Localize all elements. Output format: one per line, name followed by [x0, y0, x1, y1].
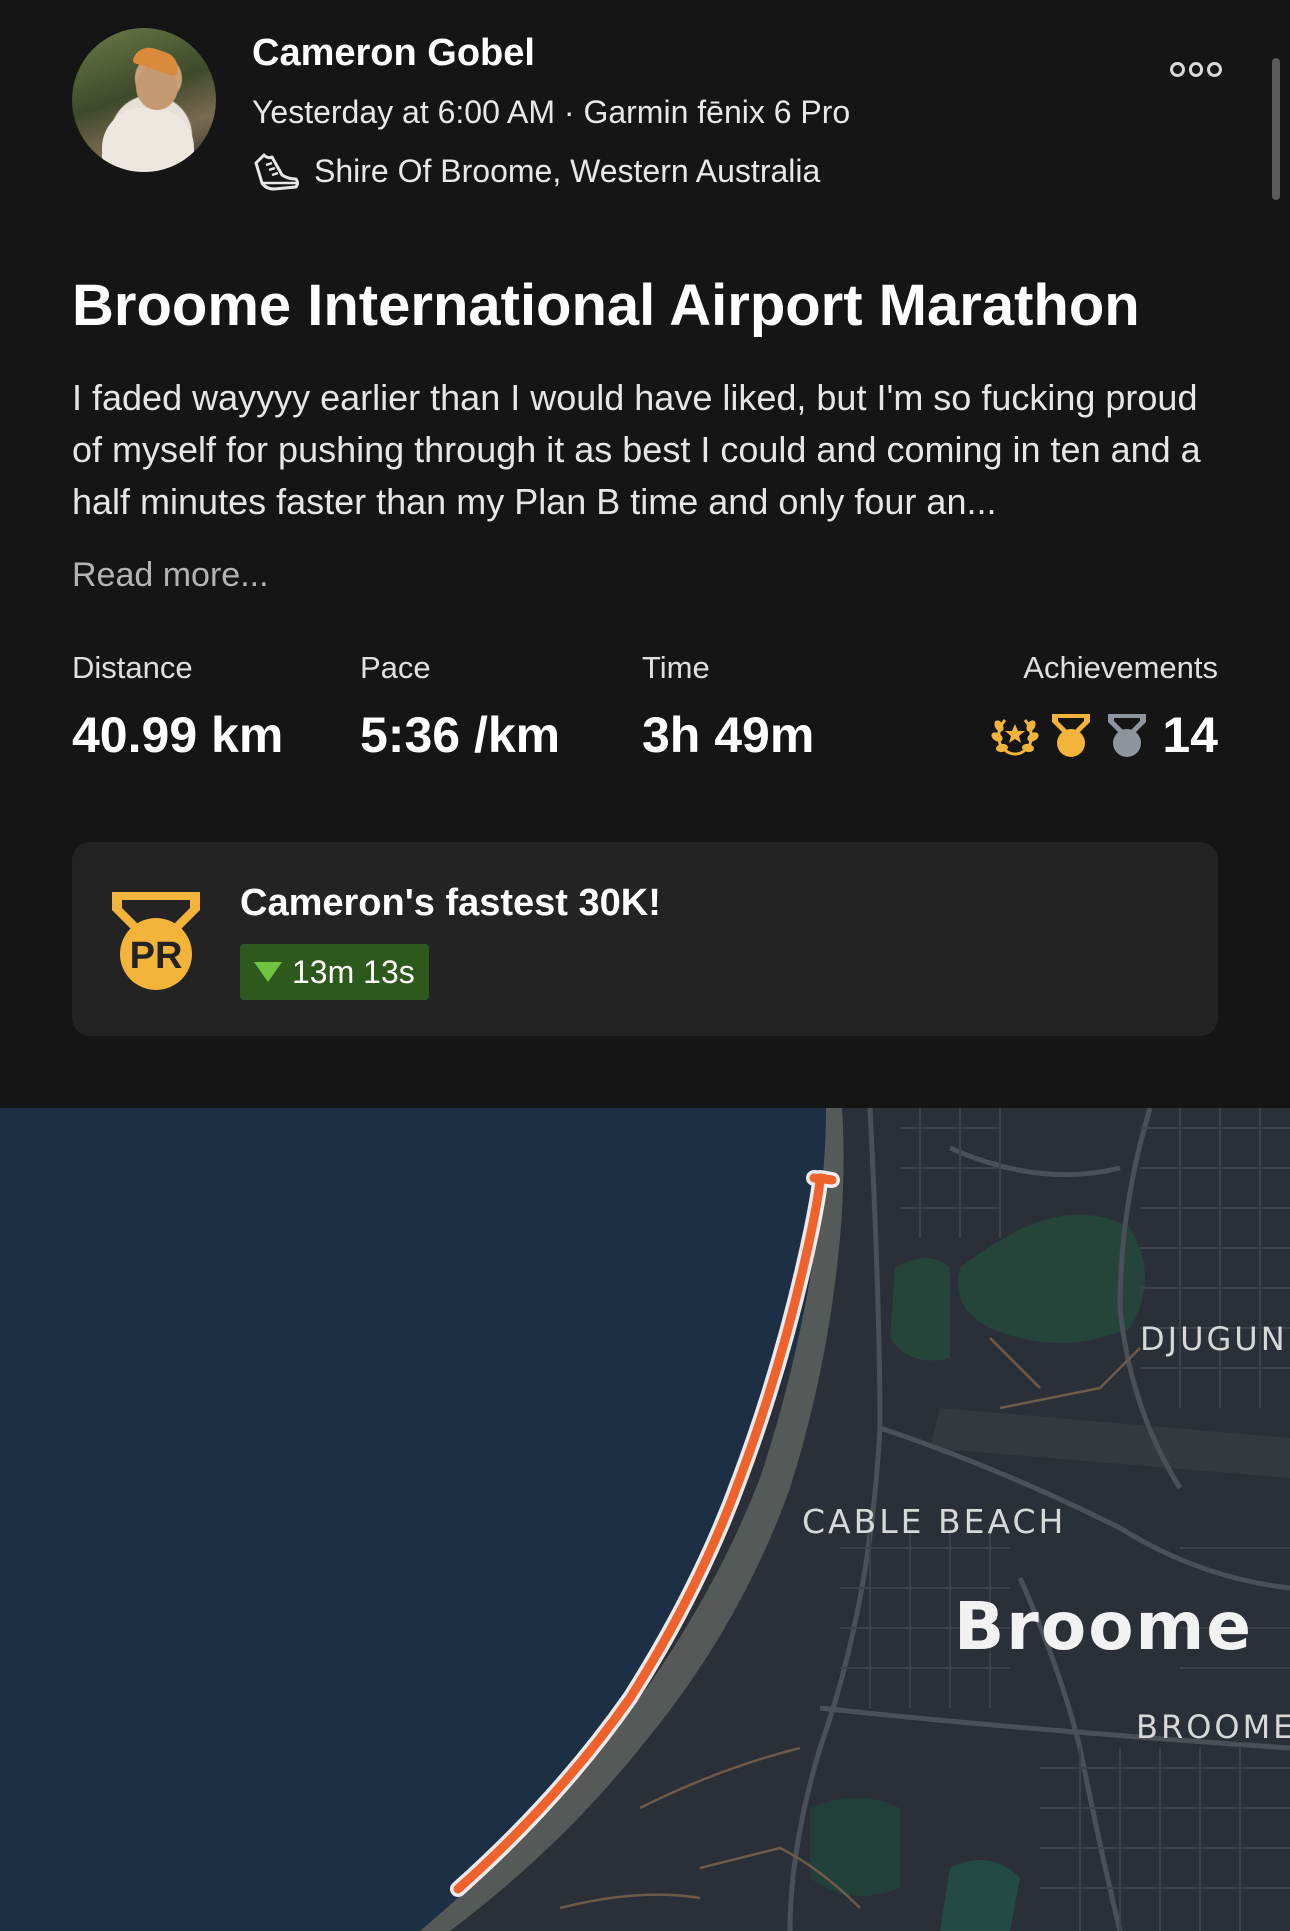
scrollbar[interactable]: [1272, 58, 1280, 200]
laurel-wreath-icon: [991, 718, 1039, 756]
stat-time-label: Time: [642, 650, 710, 685]
stat-distance-label: Distance: [72, 650, 193, 685]
map-label-broome-city: Broome: [954, 1588, 1254, 1665]
stat-distance: Distance 40.99 km: [72, 650, 283, 764]
activity-header: Cameron Gobel Yesterday at 6:00 AM · Gar…: [72, 28, 1223, 191]
silver-medal-icon: [1108, 714, 1147, 757]
pr-title: Cameron's fastest 30K!: [240, 882, 661, 924]
pr-card[interactable]: PR Cameron's fastest 30K! 13m 13s: [72, 842, 1218, 1036]
achievements-count: 14: [1162, 707, 1218, 763]
activity-title: Broome International Airport Marathon: [72, 273, 1140, 338]
pr-delta-text: 13m 13s: [292, 953, 415, 990]
stat-pace: Pace 5:36 /km: [360, 650, 560, 764]
map-label-djugun: DJUGUN: [1140, 1320, 1288, 1358]
map-canvas: [420, 1108, 1290, 1931]
gold-medal-icon: [1052, 714, 1091, 757]
pr-badge-text: PR: [130, 935, 183, 977]
stat-pace-label: Pace: [360, 650, 431, 685]
pr-delta-badge: 13m 13s: [240, 944, 429, 1000]
more-options-icon[interactable]: [1170, 58, 1223, 80]
stat-achievements[interactable]: Achievements 14: [990, 650, 1218, 764]
map-label-cable-beach: CABLE BEACH: [802, 1502, 1067, 1541]
run-shoe-icon: [254, 153, 299, 191]
activity-page: Cameron Gobel Yesterday at 6:00 AM · Gar…: [0, 0, 1290, 1931]
stat-time-value: 3h 49m: [642, 707, 815, 763]
stat-time: Time 3h 49m: [642, 650, 814, 764]
stat-distance-value: 40.99 km: [72, 707, 284, 763]
down-triangle-icon: [254, 962, 282, 982]
map-label-broome-town: BROOME: [1136, 1708, 1290, 1746]
athlete-avatar[interactable]: [72, 28, 216, 172]
activity-meta: Yesterday at 6:00 AM · Garmin fēnix 6 Pr…: [252, 94, 851, 130]
pr-badge-icon: PR: [112, 892, 200, 990]
activity-location: Shire Of Broome, Western Australia: [252, 148, 820, 194]
location-text: Shire Of Broome, Western Australia: [314, 152, 821, 189]
athlete-name[interactable]: Cameron Gobel: [252, 32, 535, 75]
read-more-link[interactable]: Read more...: [72, 556, 269, 595]
achievements-row[interactable]: 14: [990, 706, 1218, 764]
stat-achievements-label: Achievements: [1023, 650, 1218, 685]
stat-pace-value: 5:36 /km: [360, 707, 561, 763]
activity-description: I faded wayyyy earlier than I would have…: [72, 377, 1201, 522]
route-map[interactable]: DJUGUN CABLE BEACH Broome BROOME: [0, 1108, 1290, 1931]
